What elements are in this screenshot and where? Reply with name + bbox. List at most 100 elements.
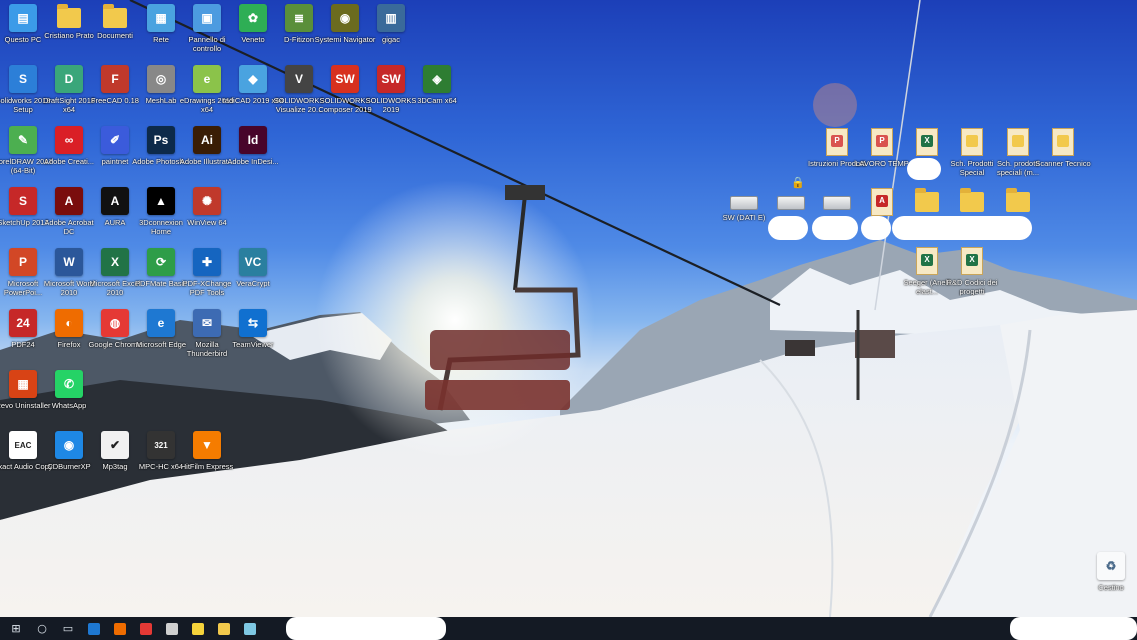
photoshop-icon: Ps (147, 126, 175, 154)
paint-icon: ✐ (101, 126, 129, 154)
seeger-icon: X (916, 247, 938, 275)
folder-a-icon (915, 188, 939, 212)
outlook-icon (88, 622, 100, 635)
desktop-icon-label: WinView 64 (187, 218, 227, 227)
radiocad-icon: ◆ (239, 65, 267, 93)
pdf-file-icon: A (871, 188, 893, 216)
sticky-notes-icon (192, 622, 204, 635)
istruzioni-icon: P (826, 128, 848, 156)
lock-icon: 🔒 (791, 176, 805, 189)
trash-icon: ♻ (1097, 552, 1125, 580)
lavoro-temp-icon: P (871, 128, 893, 156)
desktop-icon-3dcam[interactable]: ◈ 3DCam x64 (406, 65, 468, 125)
redaction-blob (768, 216, 808, 240)
chrome-icon (140, 622, 152, 635)
firefox-icon (114, 622, 126, 635)
hitfilm-icon: ▼ (193, 431, 221, 459)
pdf-tools-icon: ✚ (193, 248, 221, 276)
desktop-icon-label: Adobe InDesi... (227, 157, 279, 166)
taskbar-task-view[interactable]: ▭ (55, 617, 81, 640)
coreldraw-icon: ✎ (9, 126, 37, 154)
revo-icon: ▦ (9, 370, 37, 398)
aura-icon: A (101, 187, 129, 215)
calculator-icon (166, 622, 178, 635)
redaction-blob (861, 216, 891, 240)
word-icon: W (55, 248, 83, 276)
sketchup-icon: S (9, 187, 37, 215)
redaction-blob (1010, 617, 1137, 640)
cdburner-icon: ◉ (55, 431, 83, 459)
freecad-icon: F (101, 65, 129, 93)
solidworks-setup-icon: S (9, 65, 37, 93)
redaction-blob (892, 216, 1032, 240)
cristiano-icon (57, 4, 81, 28)
recycle-bin-label: Cestino (1098, 583, 1124, 592)
folder-c-icon (1006, 188, 1030, 212)
file-explorer-icon (218, 622, 230, 635)
firefox-icon: ◐ (55, 309, 83, 337)
desktop-icon-label: 3DCam x64 (417, 96, 457, 105)
taskbar-search[interactable]: ○ (29, 617, 55, 640)
desktop-icon-whatsapp[interactable]: ✆ WhatsApp (38, 370, 100, 430)
powerpoint-icon: P (9, 248, 37, 276)
illustrator-icon: Ai (193, 126, 221, 154)
desktop-icon-winview[interactable]: ✺ WinView 64 (176, 187, 238, 247)
acrobat-icon: A (55, 187, 83, 215)
scanner-icon (1052, 128, 1074, 156)
d-fitizon-icon: ≣ (285, 4, 313, 32)
desktop-icon-scanner[interactable]: Scanner Tecnico (1032, 128, 1094, 188)
drive-1-icon (730, 196, 758, 210)
sch-prodotti-icon (961, 128, 983, 156)
thunderbird-icon: ✉ (193, 309, 221, 337)
desktop-icon-rd-codici[interactable]: X R&D Codici dei progetti (941, 247, 1003, 307)
sw-composer-icon: SW (331, 65, 359, 93)
desktop-icon-label: Scanner Tecnico (1035, 159, 1091, 168)
chrome-icon: ◍ (101, 309, 129, 337)
desktop-icon-label: HitFilm Express (180, 462, 234, 471)
pdfmate-icon: ⟳ (147, 248, 175, 276)
edrawings-icon: e (193, 65, 221, 93)
whatsapp-icon: ✆ (55, 370, 83, 398)
meshlab-icon: ◎ (147, 65, 175, 93)
taskbar: ⊞ ○ ▭ (0, 617, 1137, 640)
drive-3-icon (823, 196, 851, 210)
recycle-bin[interactable]: ♻ Cestino (1080, 552, 1137, 612)
redaction-blob (286, 617, 446, 640)
desktop-icon-indesign[interactable]: Id Adobe InDesi... (222, 126, 284, 186)
taskbar-snip[interactable] (237, 617, 263, 640)
teamviewer-icon: ⇆ (239, 309, 267, 337)
veracrypt-icon: VC (239, 248, 267, 276)
navigator-icon: ◉ (331, 4, 359, 32)
veneto-icon: ✿ (239, 4, 267, 32)
taskbar-calculator[interactable] (159, 617, 185, 640)
sw-2019-icon: SW (377, 65, 405, 93)
taskbar-start[interactable]: ⊞ (3, 617, 29, 640)
winview-icon: ✺ (193, 187, 221, 215)
desktop-icon-hitfilm[interactable]: ▼ HitFilm Express (176, 431, 238, 491)
desktop-icon-label: R&D Codici dei progetti (946, 278, 998, 296)
taskbar-firefox[interactable] (107, 617, 133, 640)
pannello-icon: ▣ (193, 4, 221, 32)
edge-icon: e (147, 309, 175, 337)
excel-icon: X (101, 248, 129, 276)
folder-b-icon (960, 188, 984, 212)
desktop-icon-label: gigac (382, 35, 400, 44)
desktop-icon-teamviewer[interactable]: ⇆ TeamViewer (222, 309, 284, 369)
taskbar-outlook[interactable] (81, 617, 107, 640)
desktop-icon-gigac[interactable]: ▥ gigac (360, 4, 422, 64)
excel-file-icon: X (916, 128, 938, 156)
mp3tag-icon: ✔ (101, 431, 129, 459)
creative-cloud-icon: ∞ (55, 126, 83, 154)
sw-visualize-icon: V (285, 65, 313, 93)
eac-icon: EAC (9, 431, 37, 459)
desktop-icon-label: TeamViewer (232, 340, 274, 349)
taskbar-file-explorer[interactable] (211, 617, 237, 640)
gigac-icon: ▥ (377, 4, 405, 32)
taskbar-chrome[interactable] (133, 617, 159, 640)
desktop-icon-veracrypt[interactable]: VC VeraCrypt (222, 248, 284, 308)
task-view-icon: ▭ (62, 622, 74, 635)
documenti-icon (103, 4, 127, 28)
taskbar-sticky-notes[interactable] (185, 617, 211, 640)
start-icon: ⊞ (11, 622, 21, 635)
pdf24-icon: 24 (9, 309, 37, 337)
